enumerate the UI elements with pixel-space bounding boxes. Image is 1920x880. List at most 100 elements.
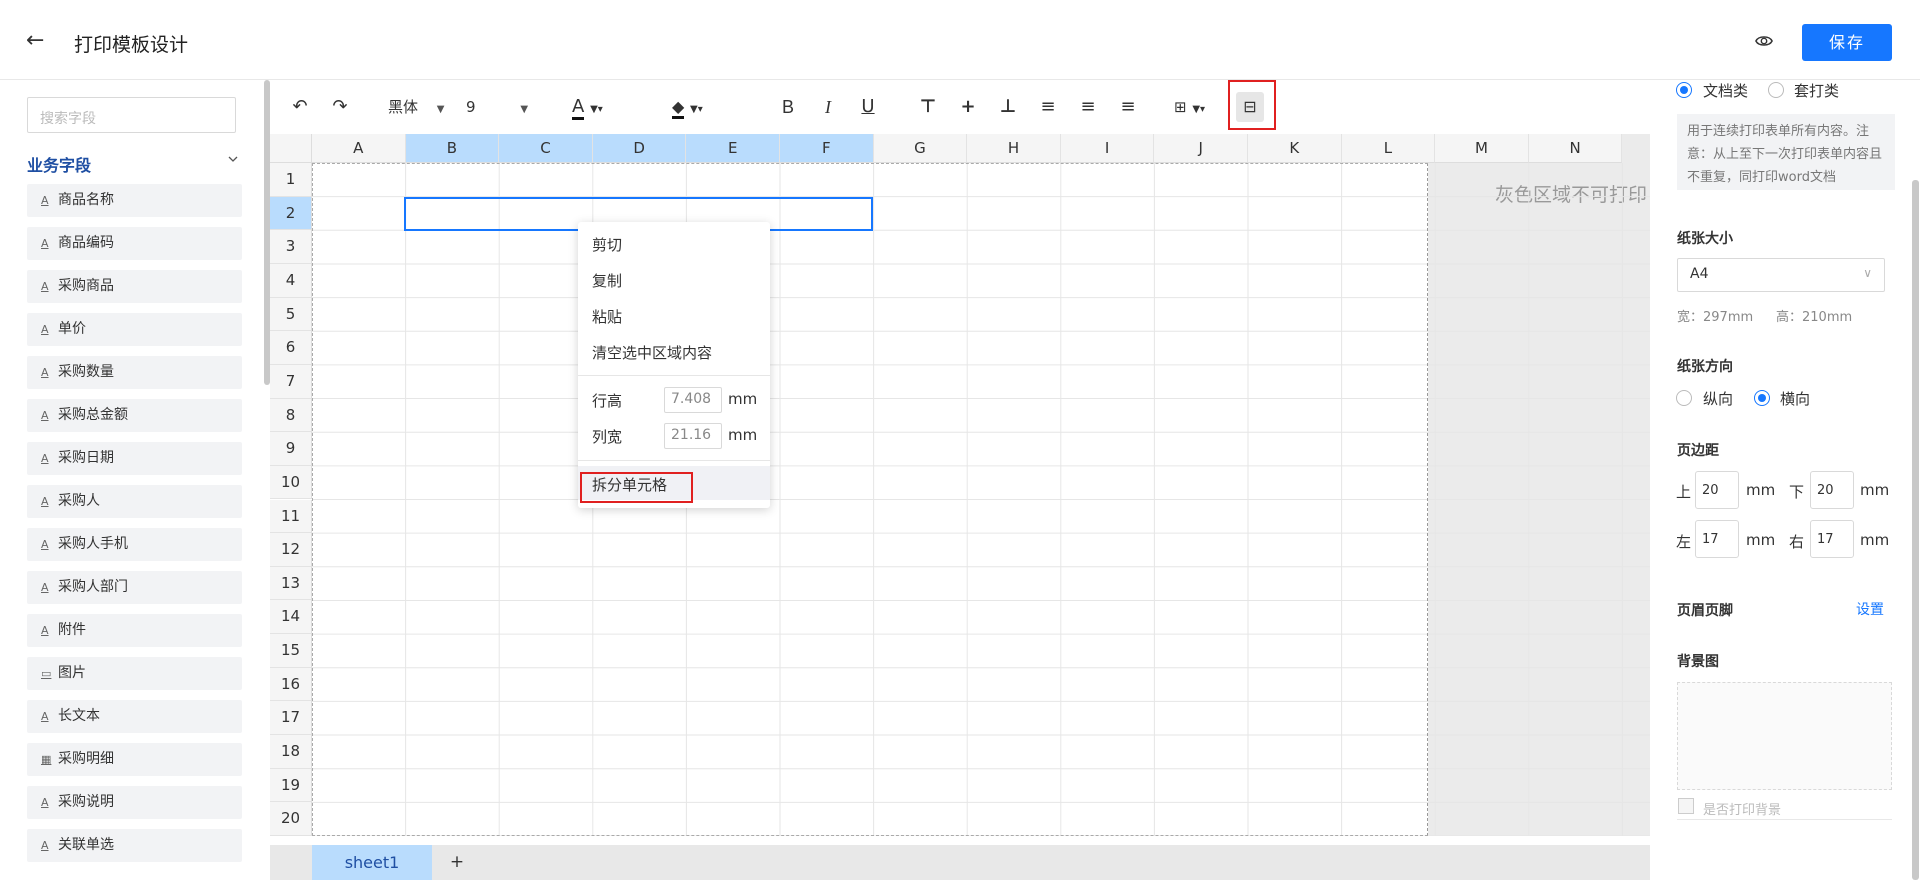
print-background-checkbox[interactable] <box>1678 798 1694 814</box>
field-item[interactable]: A 商品编码 <box>27 227 242 260</box>
row-header[interactable]: 10 <box>270 465 312 500</box>
row-header[interactable]: 4 <box>270 263 312 298</box>
menu-item-cut[interactable]: 剪切 <box>592 234 622 255</box>
menu-item-clear[interactable]: 清空选中区域内容 <box>592 342 712 363</box>
column-header[interactable]: L <box>1341 134 1436 163</box>
column-header[interactable]: C <box>499 134 593 163</box>
undo-icon[interactable]: ↶ <box>288 92 312 122</box>
field-label: 商品名称 <box>58 192 114 208</box>
margin-left-input[interactable]: 17 <box>1695 520 1739 558</box>
font-size-select[interactable]: 9 ▼ <box>466 92 532 122</box>
col-width-input[interactable]: 21.16 <box>664 423 722 449</box>
border-icon: ⊞ <box>1174 98 1187 116</box>
field-item[interactable]: A 采购商品 <box>27 270 242 303</box>
row-header[interactable]: 13 <box>270 566 312 601</box>
row-header[interactable]: 1 <box>270 163 312 197</box>
field-item[interactable]: ▭ 图片 <box>27 657 242 690</box>
field-item[interactable]: ▦ 采购明细 <box>27 743 242 776</box>
column-header[interactable]: M <box>1435 134 1529 163</box>
row-header[interactable]: 20 <box>270 802 312 836</box>
font-family-select[interactable]: 黑体 ▼ <box>388 92 452 122</box>
field-item[interactable]: A 商品名称 <box>27 184 242 217</box>
row-header[interactable]: 16 <box>270 667 312 702</box>
align-bottom-icon[interactable]: ⊥ <box>996 92 1020 122</box>
row-header[interactable]: 15 <box>270 634 312 668</box>
column-header[interactable]: E <box>686 134 780 163</box>
field-item[interactable]: A 采购人 <box>27 485 242 518</box>
row-header[interactable]: 7 <box>270 364 312 399</box>
field-label: 商品编码 <box>58 235 114 251</box>
row-header[interactable]: 19 <box>270 768 312 803</box>
column-header[interactable]: F <box>780 134 874 163</box>
italic-button[interactable]: I <box>816 92 840 122</box>
field-type-icon: A <box>41 581 49 594</box>
field-type-icon: A <box>41 839 49 852</box>
align-center-icon[interactable]: ≡ <box>1076 92 1100 122</box>
paper-size-select[interactable]: A4 ∨ <box>1677 258 1885 292</box>
radio-doc-type[interactable] <box>1676 82 1692 98</box>
field-item[interactable]: A 采购日期 <box>27 442 242 475</box>
bold-button[interactable]: B <box>776 92 800 122</box>
row-header[interactable]: 18 <box>270 735 312 769</box>
save-button[interactable]: 保存 <box>1802 24 1892 61</box>
grid-corner[interactable] <box>270 134 312 163</box>
margin-top-input[interactable]: 20 <box>1695 471 1739 509</box>
row-header[interactable]: 9 <box>270 432 312 466</box>
field-item[interactable]: A 关联单选 <box>27 829 242 862</box>
chevron-down-icon[interactable] <box>228 154 238 164</box>
right-scrollbar[interactable] <box>1912 180 1919 880</box>
align-left-icon[interactable]: ≡ <box>1036 92 1060 122</box>
row-header[interactable]: 8 <box>270 398 312 433</box>
column-header[interactable]: I <box>1060 134 1155 163</box>
column-header[interactable]: G <box>873 134 968 163</box>
underline-button[interactable]: U <box>856 92 880 122</box>
row-header[interactable]: 12 <box>270 533 312 567</box>
row-header[interactable]: 17 <box>270 701 312 736</box>
menu-item-paste[interactable]: 粘贴 <box>592 306 622 327</box>
menu-item-copy[interactable]: 复制 <box>592 270 622 291</box>
column-header[interactable]: B <box>405 134 500 163</box>
sheet-tab[interactable]: sheet1 <box>312 845 432 880</box>
field-item[interactable]: A 采购人部门 <box>27 571 242 604</box>
column-header[interactable]: H <box>967 134 1061 163</box>
margin-right-input[interactable]: 17 <box>1810 520 1854 558</box>
align-top-icon[interactable]: ⊤ <box>916 92 940 122</box>
field-item[interactable]: A 长文本 <box>27 700 242 733</box>
margin-bottom-input[interactable]: 20 <box>1810 471 1854 509</box>
column-header[interactable]: J <box>1154 134 1248 163</box>
row-header[interactable]: 5 <box>270 297 312 332</box>
header-footer-settings-link[interactable]: 设置 <box>1856 599 1884 619</box>
border-button[interactable]: ⊞ ▼▾ <box>1174 92 1226 122</box>
radio-portrait[interactable] <box>1676 390 1692 406</box>
font-color-button[interactable]: A ▼▾ <box>572 92 622 122</box>
radio-overlay-type[interactable] <box>1768 82 1784 98</box>
radio-landscape[interactable] <box>1754 390 1770 406</box>
redo-icon[interactable]: ↷ <box>328 92 352 122</box>
spreadsheet-grid[interactable]: 灰色区域不可打印 ABCDEFGHIJKLMN 1 2 3 4 5 6 7 8 9 10 11 12 1… <box>270 134 1650 836</box>
field-item[interactable]: A 采购说明 <box>27 786 242 819</box>
back-arrow-icon[interactable]: ← <box>26 28 44 53</box>
field-item[interactable]: A 附件 <box>27 614 242 647</box>
row-header[interactable]: 2 <box>270 196 312 231</box>
column-header[interactable]: N <box>1528 134 1623 163</box>
background-image-upload[interactable] <box>1677 682 1892 790</box>
column-header[interactable]: A <box>312 134 406 163</box>
field-item[interactable]: A 单价 <box>27 313 242 346</box>
column-header[interactable]: D <box>592 134 687 163</box>
row-header[interactable]: 11 <box>270 499 312 534</box>
row-header[interactable]: 6 <box>270 331 312 365</box>
field-item[interactable]: A 采购人手机 <box>27 528 242 561</box>
row-height-input[interactable]: 7.408 <box>664 387 722 413</box>
column-header[interactable]: K <box>1248 134 1342 163</box>
align-right-icon[interactable]: ≡ <box>1116 92 1140 122</box>
row-header[interactable]: 14 <box>270 600 312 635</box>
field-group-title[interactable]: 业务字段 <box>27 152 91 176</box>
align-middle-icon[interactable]: + <box>956 92 980 122</box>
eye-icon[interactable] <box>1755 32 1773 50</box>
field-item[interactable]: A 采购数量 <box>27 356 242 389</box>
add-sheet-button[interactable]: + <box>442 845 472 880</box>
row-header[interactable]: 3 <box>270 230 312 264</box>
field-search-input[interactable]: 搜索字段 <box>27 97 236 133</box>
field-item[interactable]: A 采购总金额 <box>27 399 242 432</box>
fill-color-button[interactable]: ◆ ▼▾ <box>672 92 722 122</box>
